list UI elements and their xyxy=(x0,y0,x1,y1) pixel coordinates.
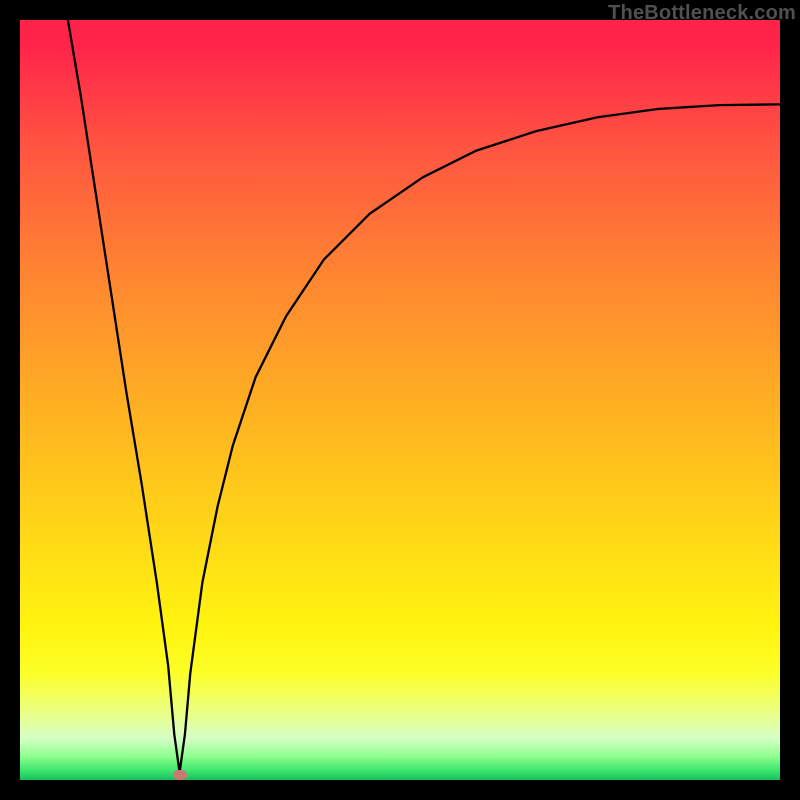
watermark-text: TheBottleneck.com xyxy=(608,2,796,25)
plot-area xyxy=(20,20,780,780)
chart-frame: TheBottleneck.com xyxy=(0,0,800,800)
bottleneck-curve xyxy=(68,20,780,772)
curve-svg xyxy=(20,20,780,780)
optimum-marker xyxy=(173,770,187,780)
